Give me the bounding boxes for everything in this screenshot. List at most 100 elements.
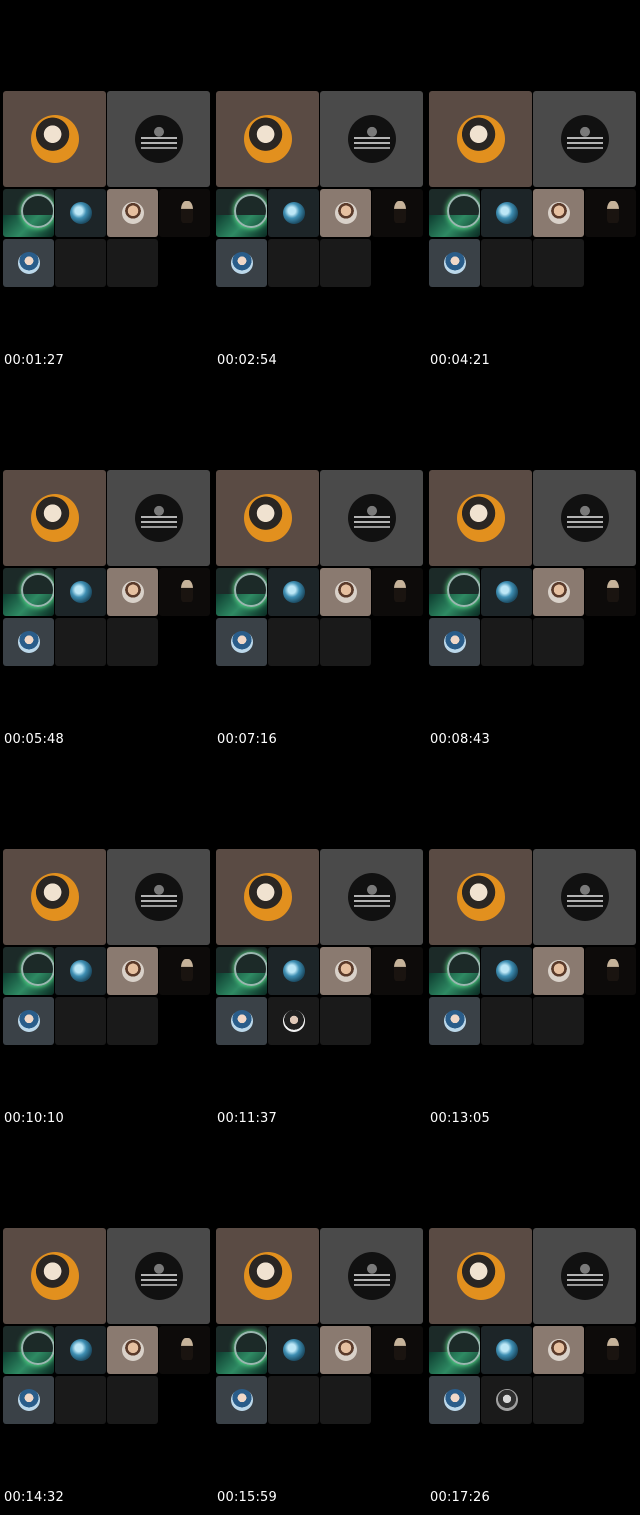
- video-frame-thumbnail[interactable]: [3, 1228, 211, 1426]
- portrait-icon: [181, 959, 193, 981]
- participant-avatar-icon: [243, 873, 292, 921]
- participant-tile-small: [55, 618, 106, 666]
- portrait-icon: [607, 1338, 619, 1360]
- participant-tile-large: [429, 1228, 532, 1324]
- participant-avatar-icon: [347, 494, 396, 542]
- participant-tile-small: [216, 618, 267, 666]
- ring-graphic: [21, 1331, 54, 1365]
- blue-avatar-icon: [443, 631, 466, 653]
- blue-avatar-icon: [443, 252, 466, 274]
- video-frame-thumbnail[interactable]: [216, 1228, 424, 1426]
- avatar-text-overlay: [566, 137, 603, 139]
- participant-tile-large: [216, 849, 319, 945]
- participant-tile-small: [585, 568, 636, 616]
- participant-tile-empty: [107, 618, 158, 666]
- portrait-icon: [394, 201, 406, 223]
- video-frame-thumbnail[interactable]: [216, 91, 424, 289]
- participant-tile-small: [268, 618, 319, 666]
- blue-avatar-icon: [443, 1389, 466, 1411]
- participant-tile-small: [268, 1376, 319, 1424]
- globe-avatar-icon: [69, 581, 92, 603]
- globe-avatar-icon: [69, 1339, 92, 1361]
- participant-tile-small: [216, 568, 267, 616]
- video-frame-thumbnail[interactable]: [429, 470, 637, 668]
- participant-tile-small: [107, 947, 158, 995]
- participant-tile-small: [372, 1326, 423, 1374]
- participant-tile-small: [216, 947, 267, 995]
- participant-tile-small: [481, 618, 532, 666]
- avatar-text-overlay: [353, 895, 390, 897]
- participant-tile-large: [533, 849, 636, 945]
- participant-tile-small: [481, 997, 532, 1045]
- participant-avatar-icon: [347, 873, 396, 921]
- video-frame-thumbnail[interactable]: [3, 91, 211, 289]
- participant-tile-small: [372, 947, 423, 995]
- participant-tile-small: [429, 947, 480, 995]
- participant-tile-small: [429, 189, 480, 237]
- face-avatar-icon: [547, 581, 570, 603]
- face-avatar-icon: [334, 581, 357, 603]
- video-frame-thumbnail[interactable]: [3, 470, 211, 668]
- portrait-icon: [607, 201, 619, 223]
- ring-graphic: [21, 952, 54, 986]
- participant-tile-large: [3, 470, 106, 566]
- video-frame-thumbnail[interactable]: [429, 849, 637, 1047]
- timestamp-label: 00:01:27: [4, 353, 64, 368]
- portrait-icon: [607, 959, 619, 981]
- participant-tile-small: [429, 1376, 480, 1424]
- timestamp-label: 00:05:48: [4, 732, 64, 747]
- participant-tile-small: [481, 568, 532, 616]
- globe-avatar-icon: [495, 581, 518, 603]
- video-frame-thumbnail[interactable]: [429, 91, 637, 289]
- participant-tile-small: [320, 189, 371, 237]
- blue-avatar-icon: [230, 1389, 253, 1411]
- video-frame-thumbnail[interactable]: [216, 849, 424, 1047]
- participant-tile-large: [429, 470, 532, 566]
- participant-tile-empty: [320, 618, 371, 666]
- participant-tile-small: [268, 239, 319, 287]
- timestamp-label: 00:04:21: [430, 353, 490, 368]
- timestamp-label: 00:02:54: [217, 353, 277, 368]
- globe-avatar-icon: [69, 202, 92, 224]
- blue-avatar-icon: [17, 1389, 40, 1411]
- participant-tile-large: [533, 91, 636, 187]
- participant-tile-small: [320, 947, 371, 995]
- participant-tile-large: [216, 1228, 319, 1324]
- participant-tile-small: [216, 239, 267, 287]
- participant-tile-small: [107, 189, 158, 237]
- participant-tile-small: [429, 568, 480, 616]
- video-frame-thumbnail[interactable]: [3, 849, 211, 1047]
- participant-avatar-icon: [560, 873, 609, 921]
- participant-avatar-icon: [456, 1252, 505, 1300]
- participant-tile-large: [320, 1228, 423, 1324]
- avatar-text-overlay: [353, 516, 390, 518]
- blue-avatar-icon: [230, 1010, 253, 1032]
- man-avatar-icon: [282, 1010, 305, 1032]
- blue-avatar-icon: [443, 1010, 466, 1032]
- face-avatar-icon: [334, 960, 357, 982]
- participant-tile-small: [3, 997, 54, 1045]
- participant-tile-small: [429, 1326, 480, 1374]
- participant-tile-small: [3, 947, 54, 995]
- participant-tile-small: [481, 239, 532, 287]
- video-frame-thumbnail[interactable]: [429, 1228, 637, 1426]
- participant-tile-small: [268, 568, 319, 616]
- participant-avatar-icon: [456, 494, 505, 542]
- ring-graphic: [234, 1331, 267, 1365]
- participant-avatar-icon: [30, 494, 79, 542]
- participant-tile-small: [3, 1376, 54, 1424]
- timestamp-label: 00:13:05: [430, 1111, 490, 1126]
- participant-tile-small: [533, 1326, 584, 1374]
- participant-tile-small: [533, 568, 584, 616]
- participant-tile-empty: [107, 1376, 158, 1424]
- video-frame-thumbnail[interactable]: [216, 470, 424, 668]
- ring-graphic: [447, 952, 480, 986]
- avatar-text-overlay: [140, 516, 177, 518]
- timestamp-label: 00:11:37: [217, 1111, 277, 1126]
- participant-tile-large: [320, 91, 423, 187]
- participant-avatar-icon: [560, 494, 609, 542]
- face-avatar-icon: [121, 202, 144, 224]
- ring-graphic: [21, 573, 54, 607]
- blue-avatar-icon: [230, 631, 253, 653]
- face-avatar-icon: [334, 1339, 357, 1361]
